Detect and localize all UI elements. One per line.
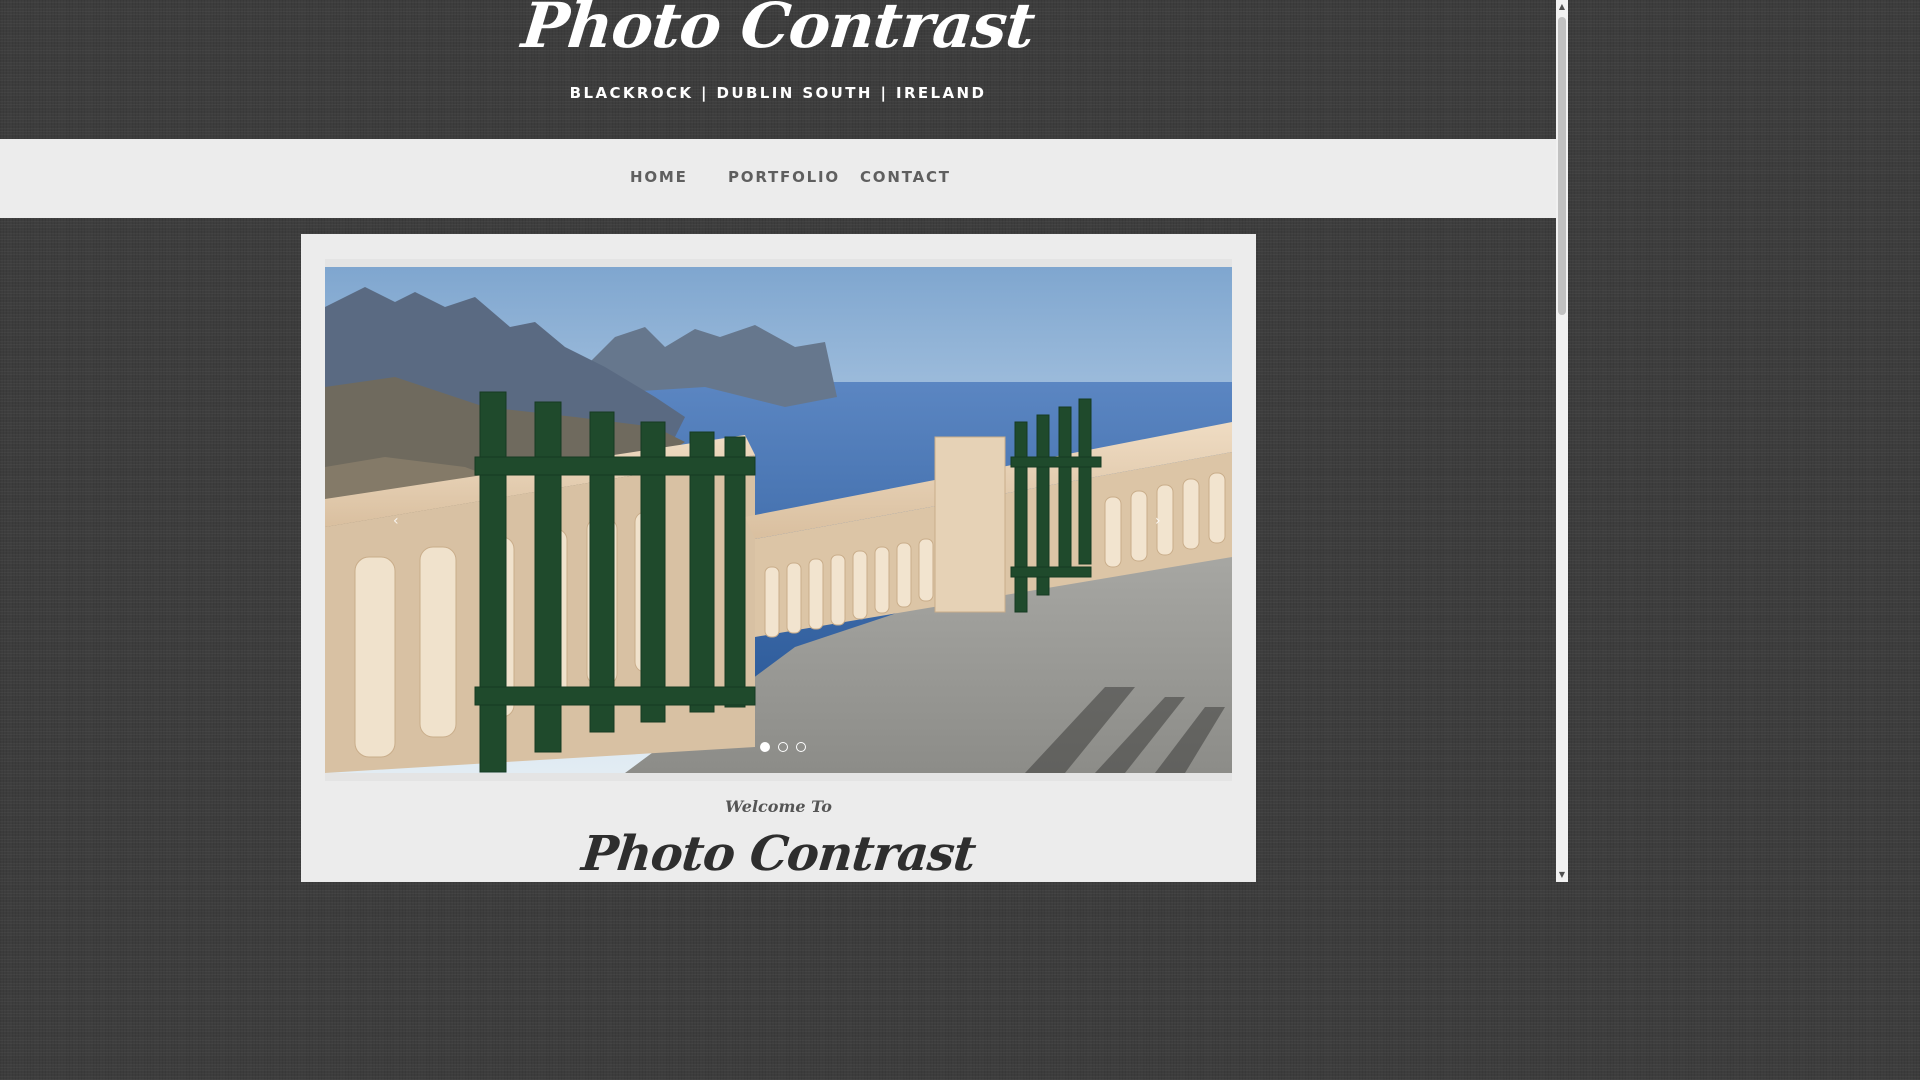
- nav-item-portfolio[interactable]: PORTFOLIO: [728, 168, 840, 186]
- site-header: Photo Contrast BLACKROCK | DUBLIN SOUTH …: [0, 0, 1556, 139]
- site-title[interactable]: Photo Contrast: [0, 0, 1560, 66]
- scroll-thumb[interactable]: [1558, 17, 1566, 315]
- page: Photo Contrast BLACKROCK | DUBLIN SOUTH …: [0, 0, 1556, 882]
- content-box: ‹ › Welcome To Photo Contrast: [301, 234, 1256, 882]
- welcome-intro: Welcome To: [725, 797, 832, 816]
- vertical-scrollbar[interactable]: ▲ ▼: [1556, 0, 1568, 882]
- slider-dot-2[interactable]: [778, 742, 789, 752]
- slider-dot-1[interactable]: [760, 742, 770, 752]
- slider-dots: [760, 742, 809, 754]
- scroll-up-arrow-icon[interactable]: ▲: [1556, 0, 1568, 14]
- scroll-down-arrow-icon[interactable]: ▼: [1556, 868, 1568, 882]
- slide-photo: [325, 267, 1232, 773]
- nav-item-home[interactable]: HOME: [630, 168, 688, 186]
- site-tagline: BLACKROCK | DUBLIN SOUTH | IRELAND: [569, 84, 987, 102]
- slider-dot-3[interactable]: [796, 742, 807, 752]
- slider-prev-arrow[interactable]: ‹: [393, 513, 399, 529]
- slider-next-arrow[interactable]: ›: [1155, 513, 1161, 529]
- main-nav: HOME PORTFOLIO CONTACT: [0, 139, 1556, 218]
- nav-item-contact[interactable]: CONTACT: [860, 168, 951, 186]
- slide-image: [325, 267, 1232, 773]
- welcome-title: Photo Contrast: [579, 826, 978, 882]
- image-slider[interactable]: ‹ ›: [325, 259, 1232, 781]
